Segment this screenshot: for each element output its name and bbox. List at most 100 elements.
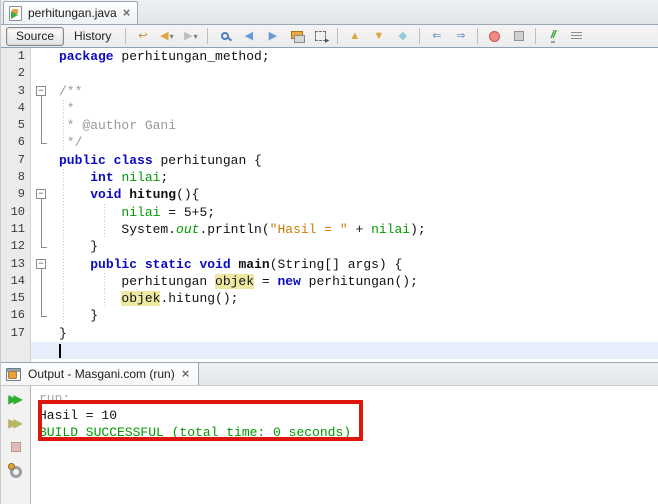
fold-marker[interactable]: [31, 290, 55, 308]
comment-icon[interactable]: //: [541, 26, 564, 46]
code-line[interactable]: 17}: [1, 325, 658, 342]
line-number[interactable]: 16: [1, 307, 31, 324]
line-number: [1, 342, 31, 359]
netbeans-editor-window: perhitungan.java × Source History ↩ ◀ ▾ ▶ ▾ ◀…: [0, 0, 658, 504]
code-line[interactable]: 15 objek.hitung();: [1, 290, 658, 308]
rectangular-selection-icon[interactable]: [309, 26, 332, 46]
back-icon[interactable]: ◀ ▾: [155, 26, 178, 46]
source-view-button[interactable]: Source: [6, 26, 65, 46]
history-view-button[interactable]: History: [65, 28, 120, 45]
line-number[interactable]: 4: [1, 100, 31, 117]
start-macro-recording-icon[interactable]: [483, 26, 506, 46]
toolbar-separator: [337, 28, 339, 44]
line-number[interactable]: 5: [1, 117, 31, 134]
code-line[interactable]: 3−/**: [1, 83, 658, 100]
fold-marker[interactable]: [31, 134, 55, 151]
shift-line-right-icon[interactable]: ⇒: [449, 26, 472, 46]
code-line[interactable]: 16 }: [1, 307, 658, 325]
code-line[interactable]: 1 package perhitungan_method;: [1, 48, 658, 65]
code-line[interactable]: 14 perhitungan objek = new perhitungan()…: [1, 272, 658, 291]
fold-column: [31, 65, 55, 82]
code-area[interactable]: 1 package perhitungan_method; 2 3−/** 4 * 5 *…: [1, 48, 658, 362]
ant-settings-button[interactable]: [5, 461, 27, 481]
line-number[interactable]: 8: [1, 169, 31, 186]
fold-marker[interactable]: [31, 99, 55, 118]
code-line[interactable]: 13− public static void main(String[] arg…: [1, 255, 658, 273]
output-tab-title: Output - Masgani.com (run): [28, 367, 175, 381]
fold-column: [31, 325, 55, 342]
fold-marker[interactable]: [31, 220, 55, 239]
output-console[interactable]: run: Hasil = 10 BUILD SUCCESSFUL (total ti…: [31, 386, 658, 504]
line-number[interactable]: 17: [1, 325, 31, 342]
line-number[interactable]: 15: [1, 290, 31, 307]
find-icon[interactable]: [213, 26, 236, 46]
line-number[interactable]: 13: [1, 256, 31, 273]
toolbar-separator: [207, 28, 209, 44]
fold-column: [31, 169, 55, 186]
fold-column: [31, 342, 55, 360]
output-tab[interactable]: Output - Masgani.com (run) ×: [1, 363, 200, 385]
code-line[interactable]: 11 System.out.println("Hasil = " + nilai…: [1, 220, 658, 239]
stop-build-button[interactable]: [5, 437, 27, 457]
fold-column: [31, 48, 55, 65]
fold-marker[interactable]: [31, 307, 55, 324]
next-occurrence-icon[interactable]: ▶: [261, 26, 284, 46]
java-file-icon: [9, 5, 22, 21]
line-number[interactable]: 7: [1, 152, 31, 169]
toggle-bookmark-icon[interactable]: ◆: [391, 26, 414, 46]
uncomment-icon[interactable]: [565, 26, 588, 46]
editor-tab-perhitungan[interactable]: perhitungan.java ×: [3, 1, 139, 24]
fold-column: [31, 152, 55, 169]
last-edit-position-icon[interactable]: ↩: [131, 26, 154, 46]
fold-marker[interactable]: [31, 238, 55, 255]
fold-marker[interactable]: [31, 272, 55, 291]
code-line[interactable]: 8 int nilai;: [1, 169, 658, 187]
shift-line-left-icon[interactable]: ⇐: [425, 26, 448, 46]
code-line[interactable]: 5 * @author Gani: [1, 117, 658, 135]
fold-marker[interactable]: −: [31, 186, 55, 204]
caret-line[interactable]: [1, 342, 658, 360]
forward-icon[interactable]: ▶ ▾: [179, 26, 202, 46]
line-number[interactable]: 9: [1, 186, 31, 203]
fold-marker[interactable]: −: [31, 256, 55, 273]
toggle-highlight-icon[interactable]: [285, 26, 308, 46]
rerun-with-different-parameters-button[interactable]: ▶▶: [5, 413, 27, 433]
fold-marker[interactable]: −: [31, 83, 55, 100]
line-number[interactable]: 6: [1, 134, 31, 151]
fold-marker[interactable]: [31, 203, 55, 221]
code-line[interactable]: 7 public class perhitungan {: [1, 152, 658, 169]
toolbar-separator: [419, 28, 421, 44]
toolbar-separator: [477, 28, 479, 44]
output-window-icon: [6, 367, 21, 381]
text-caret: [59, 343, 61, 358]
previous-occurrence-icon[interactable]: ◀: [237, 26, 260, 46]
code-line[interactable]: 6 */: [1, 134, 658, 152]
code-line[interactable]: 9− void hitung(){: [1, 186, 658, 204]
output-tab-close-icon[interactable]: ×: [182, 367, 190, 380]
annotation-rectangle: [38, 400, 363, 441]
line-number[interactable]: 14: [1, 273, 31, 290]
code-line[interactable]: 4 *: [1, 99, 658, 118]
code-line[interactable]: 10 nilai = 5+5;: [1, 203, 658, 221]
toolbar-separator: [535, 28, 537, 44]
previous-bookmark-icon[interactable]: ▲: [343, 26, 366, 46]
next-bookmark-icon[interactable]: ▼: [367, 26, 390, 46]
fold-marker[interactable]: [31, 117, 55, 135]
line-number[interactable]: 2: [1, 65, 31, 82]
line-number[interactable]: 1: [1, 48, 31, 65]
code-line[interactable]: 12 }: [1, 238, 658, 256]
gear-wrench-icon: [7, 463, 22, 478]
rerun-button[interactable]: ▶▶: [5, 389, 27, 409]
output-toolbar: ▶▶ ▶▶: [1, 386, 31, 504]
line-number[interactable]: 12: [1, 238, 31, 255]
line-number[interactable]: 3: [1, 83, 31, 100]
editor-tab-bar: perhitungan.java ×: [1, 0, 658, 25]
stop-macro-recording-icon[interactable]: [507, 26, 530, 46]
line-number[interactable]: 10: [1, 204, 31, 221]
line-number[interactable]: 11: [1, 221, 31, 238]
toolbar-separator: [125, 28, 127, 44]
tab-close-icon[interactable]: ×: [123, 6, 131, 19]
editor-toolbar: Source History ↩◀▾▶▾ ◀▶ ▲▼◆ ⇐⇒ //: [1, 25, 658, 48]
code-line[interactable]: 2: [1, 65, 658, 82]
output-panel: ▶▶ ▶▶ run: Hasil = 10 BUILD SUCCESSFUL (tot…: [1, 386, 658, 504]
